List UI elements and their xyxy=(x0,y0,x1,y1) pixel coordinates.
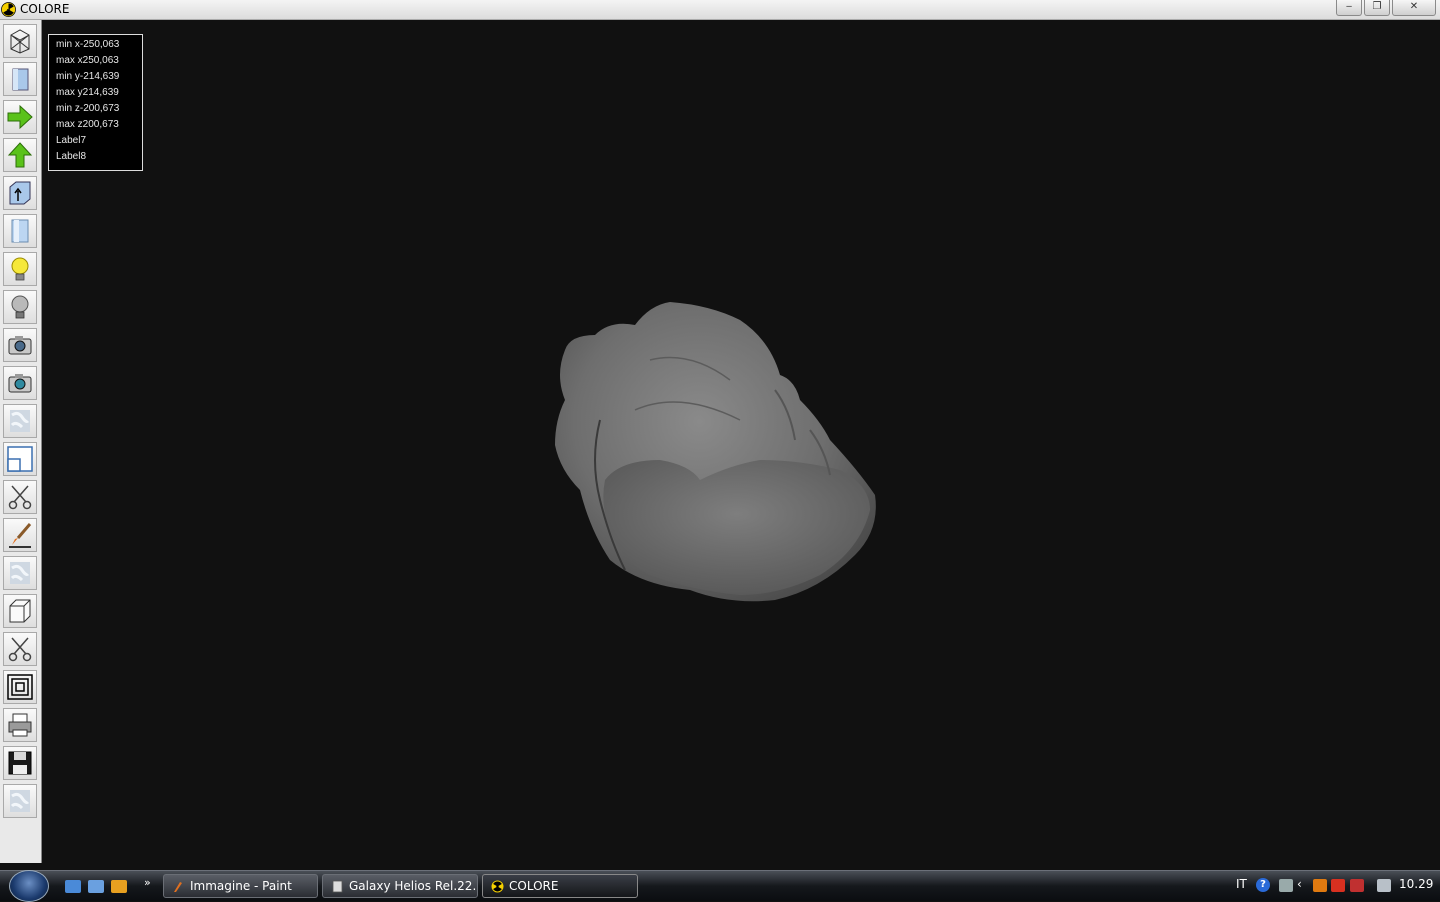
tool-box-arrow[interactable] xyxy=(3,176,37,210)
tool-light-off[interactable] xyxy=(3,290,37,324)
tray-shield-icon[interactable] xyxy=(1350,879,1364,892)
bounds-info-panel: min x-250,063 max x250,063 min y-214,639… xyxy=(48,34,143,171)
max-y-label: max y214,639 xyxy=(56,87,119,98)
tool-frames[interactable] xyxy=(3,670,37,704)
taskbar-item-colore[interactable]: COLORE xyxy=(482,874,638,898)
title-bar: COLORE ‒ ❐ ✕ xyxy=(0,0,1440,20)
tool-move-up[interactable] xyxy=(3,138,37,172)
label8: Label8 xyxy=(56,151,87,162)
light-off-icon xyxy=(11,295,29,319)
arrow-up-icon xyxy=(7,142,33,168)
tool-cylinder[interactable] xyxy=(3,214,37,248)
taskbar: » Immagine - Paint Galaxy Helios Rel.22.… xyxy=(0,870,1440,902)
clock[interactable]: 10.29 xyxy=(1399,877,1433,891)
camera-alt-icon xyxy=(8,374,32,393)
media-player-icon[interactable] xyxy=(111,880,127,893)
min-y-label: min y-214,639 xyxy=(56,71,120,82)
arrow-right-icon xyxy=(7,104,33,130)
tool-window-layout[interactable] xyxy=(3,442,37,476)
box-arrow-icon xyxy=(9,181,31,205)
tool-texture-alt[interactable] xyxy=(3,556,37,590)
tray-expand-icon[interactable]: ‹ xyxy=(1297,877,1302,891)
help-icon[interactable]: ? xyxy=(1256,878,1270,892)
paint-icon xyxy=(174,882,182,892)
floppy-disk-icon xyxy=(8,751,32,775)
camera-icon xyxy=(8,336,32,355)
tray-connection-icon[interactable] xyxy=(1377,879,1391,892)
language-indicator[interactable]: IT xyxy=(1236,877,1247,891)
start-button[interactable] xyxy=(9,870,49,902)
texture-icon xyxy=(10,410,30,432)
wireframe-icon xyxy=(10,29,30,54)
radiation-icon xyxy=(491,880,504,893)
tool-texture[interactable] xyxy=(3,404,37,438)
tray-network-icon[interactable] xyxy=(1279,879,1293,892)
solid-box-icon xyxy=(12,68,29,91)
maximize-button[interactable]: ❐ xyxy=(1364,0,1390,16)
tool-wireframe[interactable] xyxy=(3,24,37,58)
left-toolbar xyxy=(0,20,42,863)
tool-camera[interactable] xyxy=(3,328,37,362)
taskbar-item-galaxy-helios[interactable]: Galaxy Helios Rel.22... xyxy=(322,874,478,898)
tray-antivirus-icon[interactable] xyxy=(1331,879,1345,892)
min-x-label: min x-250,063 xyxy=(56,39,120,50)
tool-texture-blank[interactable] xyxy=(3,784,37,818)
scissors-icon xyxy=(8,485,32,510)
close-button[interactable]: ✕ xyxy=(1392,0,1436,16)
taskbar-item-paint[interactable]: Immagine - Paint xyxy=(163,874,318,898)
texture-alt-icon xyxy=(10,562,30,584)
max-x-label: max x250,063 xyxy=(56,55,119,66)
document-icon xyxy=(332,880,343,893)
tool-brush[interactable] xyxy=(3,518,37,552)
radiation-icon xyxy=(1,2,16,17)
brush-icon xyxy=(9,523,32,548)
show-desktop-icon[interactable] xyxy=(65,880,81,893)
cylinder-icon xyxy=(11,219,29,243)
task-label: Galaxy Helios Rel.22... xyxy=(349,879,478,893)
tool-cut-alt[interactable] xyxy=(3,632,37,666)
min-z-label: min z-200,673 xyxy=(56,103,120,114)
switch-windows-icon[interactable] xyxy=(88,880,104,893)
tool-move-right[interactable] xyxy=(3,100,37,134)
shell-3d-model[interactable] xyxy=(540,290,890,610)
task-label: Immagine - Paint xyxy=(190,879,292,893)
concentric-squares-icon xyxy=(7,674,33,700)
tool-save[interactable] xyxy=(3,746,37,780)
tool-solid[interactable] xyxy=(3,62,37,96)
minimize-button[interactable]: ‒ xyxy=(1336,0,1362,16)
window-title: COLORE xyxy=(20,2,70,16)
tray-app-icon[interactable] xyxy=(1313,879,1327,892)
printer-icon xyxy=(8,713,32,737)
light-on-icon xyxy=(11,257,29,281)
tool-cube[interactable] xyxy=(3,594,37,628)
texture-blank-icon xyxy=(10,790,30,812)
scissors-alt-icon xyxy=(8,637,32,662)
max-z-label: max z200,673 xyxy=(56,119,119,130)
cube-icon xyxy=(9,599,31,623)
tool-camera-alt[interactable] xyxy=(3,366,37,400)
tool-print[interactable] xyxy=(3,708,37,742)
label7: Label7 xyxy=(56,135,87,146)
task-label: COLORE xyxy=(509,879,559,893)
quicklaunch-overflow-icon[interactable]: » xyxy=(144,876,151,889)
tool-cut[interactable] xyxy=(3,480,37,514)
tool-light-on[interactable] xyxy=(3,252,37,286)
window-layout-icon xyxy=(7,446,33,472)
